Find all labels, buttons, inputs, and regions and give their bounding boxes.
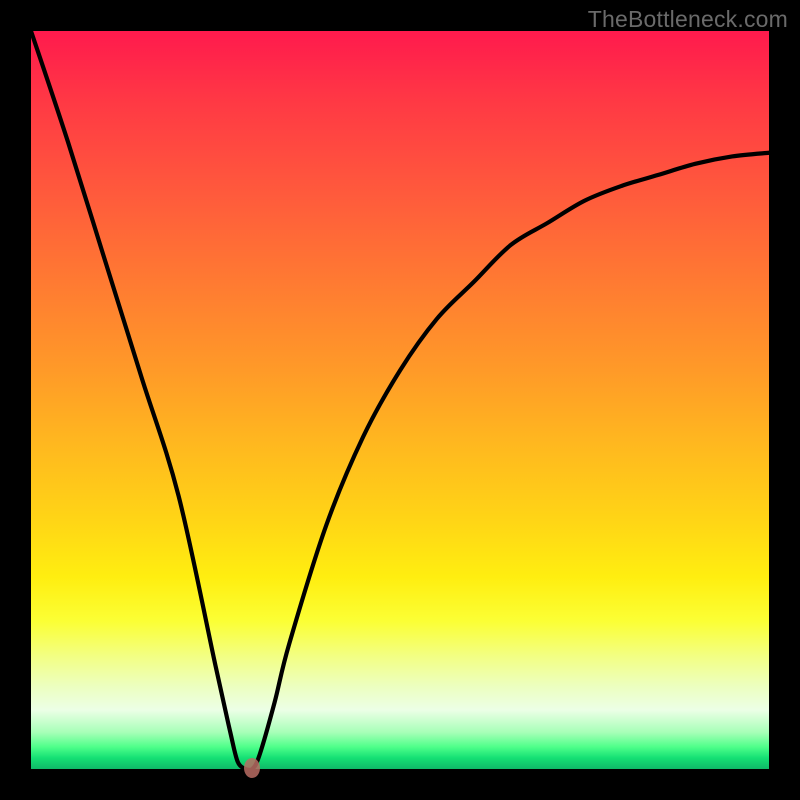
chart-frame: TheBottleneck.com (0, 0, 800, 800)
optimal-point-marker (244, 758, 260, 778)
watermark-text: TheBottleneck.com (588, 6, 788, 33)
bottleneck-curve (31, 31, 769, 769)
plot-area (31, 31, 769, 769)
